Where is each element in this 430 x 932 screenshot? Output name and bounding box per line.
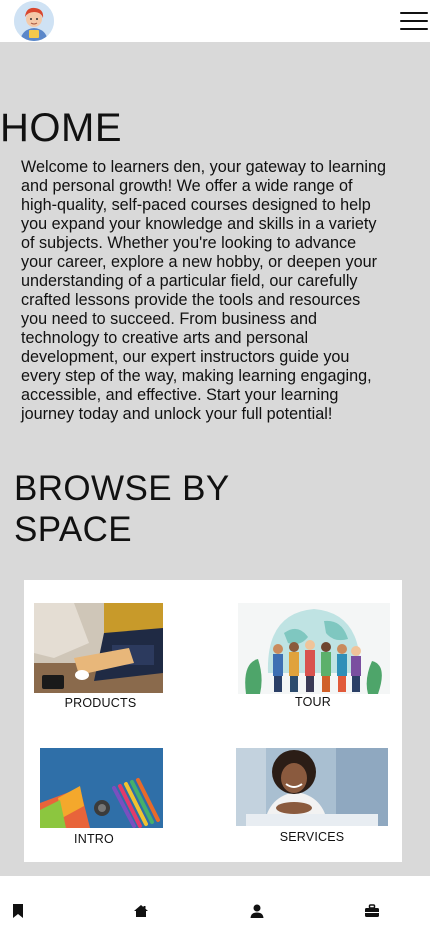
products-label: PRODUCTS xyxy=(64,696,137,710)
laptop-desk-photo xyxy=(34,603,163,693)
page-title: HOME xyxy=(0,106,122,150)
tour-label: TOUR xyxy=(295,695,331,709)
user-icon[interactable] xyxy=(249,903,265,919)
browse-grid: PRODUCTS TOUR INTRO SERVICES xyxy=(24,580,402,862)
browse-section-title: BROWSE BY SPACE xyxy=(14,469,229,549)
tour-tile[interactable] xyxy=(238,603,390,694)
bottom-navigation xyxy=(0,876,430,932)
home-icon[interactable] xyxy=(133,903,149,919)
smiling-woman-photo xyxy=(236,748,388,826)
hamburger-menu-icon[interactable] xyxy=(400,12,428,32)
students-globe-illustration xyxy=(238,603,390,694)
user-avatar-icon[interactable] xyxy=(14,1,54,41)
intro-tile[interactable] xyxy=(40,748,163,828)
services-label: SERVICES xyxy=(279,830,345,844)
intro-paragraph: Welcome to learners den, your gateway to… xyxy=(21,158,387,423)
services-tile[interactable] xyxy=(236,748,388,826)
bookmark-icon[interactable] xyxy=(10,903,26,919)
products-tile[interactable] xyxy=(34,603,163,693)
school-supplies-photo xyxy=(40,748,163,828)
intro-label: INTRO xyxy=(74,832,114,846)
briefcase-icon[interactable] xyxy=(364,903,380,919)
top-app-bar xyxy=(0,0,430,42)
